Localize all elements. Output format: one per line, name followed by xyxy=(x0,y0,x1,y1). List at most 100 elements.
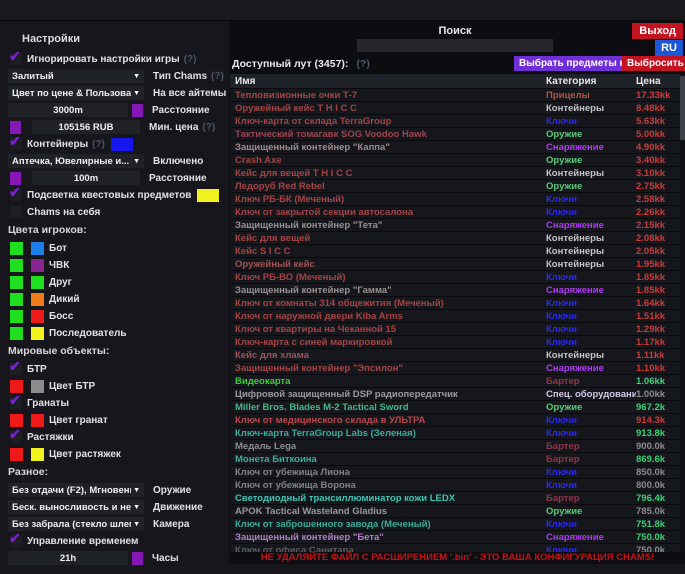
color-swatch[interactable] xyxy=(10,259,23,272)
drop-all-button[interactable]: Выбросить все xyxy=(622,56,685,71)
loot-table-row[interactable]: Ключ от наружной двери Kiba ArmsКлючи1.5… xyxy=(230,310,680,323)
loot-table-row[interactable]: Защищенный контейнер "Эпсилон"Снаряжение… xyxy=(230,362,680,375)
loot-table-row[interactable]: Ключ-карта с синей маркировкойКлючи1.17k… xyxy=(230,336,680,349)
item-name: Ключ от наружной двери Kiba Arms xyxy=(230,311,546,322)
color-swatch[interactable] xyxy=(10,448,23,461)
color-swatch[interactable] xyxy=(31,259,44,272)
color-swatch[interactable] xyxy=(31,380,44,393)
item-category: Оружие xyxy=(546,181,636,192)
loot-table-row[interactable]: ВидеокартаБартер1.06kk xyxy=(230,375,680,388)
loot-table-row[interactable]: Ключ от закрытой секции автосалонаКлючи2… xyxy=(230,206,680,219)
loot-table-row[interactable]: Ключ от комнаты 314 общежития (Меченый)К… xyxy=(230,297,680,310)
loot-table-row[interactable]: Ключ от заброшенного завода (Меченый)Клю… xyxy=(230,518,680,531)
loot-table-row[interactable]: Ключ от квартиры на Чеканной 15Ключи1.29… xyxy=(230,323,680,336)
color-swatch[interactable] xyxy=(132,104,143,117)
loot-table-row[interactable]: Медаль LegaБартер900.0k xyxy=(230,440,680,453)
color-swatch[interactable] xyxy=(10,293,23,306)
color-swatch[interactable] xyxy=(10,172,21,185)
loot-table-row[interactable]: Оружейный кейс T H I C CКонтейнеры8.48kk xyxy=(230,102,680,115)
color-swatch[interactable] xyxy=(10,276,23,289)
color-swatch[interactable] xyxy=(10,327,23,340)
loot-table-row[interactable]: APOK Tactical Wasteland GladiusОружие785… xyxy=(230,505,680,518)
value-input[interactable] xyxy=(8,551,128,565)
checkbox[interactable] xyxy=(10,206,22,218)
loot-table-row[interactable]: Кейс для вещейКонтейнеры2.08kk xyxy=(230,232,680,245)
dropdown[interactable]: Беск. выносливость и нет уста▼ xyxy=(8,500,144,514)
checkbox[interactable]: ✔ xyxy=(10,431,22,443)
checkbox[interactable]: ✔ xyxy=(10,189,22,201)
color-swatch[interactable] xyxy=(10,242,23,255)
loot-table-row[interactable]: Тактический томагавк SOG Voodoo HawkОруж… xyxy=(230,128,680,141)
loot-table-row[interactable]: Ключ-карта TerraGroup Labs (Зеленая)Ключ… xyxy=(230,427,680,440)
value-input[interactable] xyxy=(32,120,140,134)
checkbox[interactable]: ✔ xyxy=(10,535,22,547)
loot-table-row[interactable]: Miller Bros. Blades M-2 Tactical SwordОр… xyxy=(230,401,680,414)
dropdown[interactable]: Без отдачи (F2), Мгновенное п▼ xyxy=(8,483,144,497)
checkbox[interactable]: ✔ xyxy=(10,138,22,150)
loot-table-row[interactable]: Монета БиткоинаБартер869.6k xyxy=(230,453,680,466)
color-swatch[interactable] xyxy=(31,448,44,461)
dropdown[interactable]: Аптечка, Ювелирные и...▼ xyxy=(8,154,144,168)
chevron-down-icon: ▼ xyxy=(133,90,140,97)
color-swatch[interactable] xyxy=(10,121,21,134)
loot-table-row[interactable]: Crash AxeОружие3.40kk xyxy=(230,154,680,167)
loot-table-row[interactable]: Ключ от убежища ВоронаКлючи800.0k xyxy=(230,479,680,492)
search-input[interactable] xyxy=(357,39,553,52)
loot-table-row[interactable]: Защищенный контейнер "Бета"Снаряжение750… xyxy=(230,531,680,544)
color-swatch[interactable] xyxy=(111,138,133,151)
loot-table-row[interactable]: Ключ от убежища ЛионаКлючи850.0k xyxy=(230,466,680,479)
checkbox[interactable]: ✔ xyxy=(10,53,22,65)
item-category: Снаряжение xyxy=(546,532,636,543)
scrollbar-thumb[interactable] xyxy=(680,76,685,140)
loot-table-row[interactable]: Ключ от медицинского склада в УЛЬТРАКлюч… xyxy=(230,414,680,427)
color-swatch[interactable] xyxy=(132,552,143,565)
color-swatch[interactable] xyxy=(10,310,23,323)
color-swatch[interactable] xyxy=(31,293,44,306)
value-input[interactable] xyxy=(32,171,140,185)
settings-row: Залитый▼Тип Chams(?) xyxy=(0,68,229,84)
loot-table-row[interactable]: Кейс для хламаКонтейнеры1.11kk xyxy=(230,349,680,362)
loot-table-row[interactable]: Защищенный контейнер "Гамма"Снаряжение1.… xyxy=(230,284,680,297)
loot-table-row[interactable]: Тепловизионные очки Т-7Прицелы17.33kk xyxy=(230,89,680,102)
loot-table-row[interactable]: Ключ РБ-БК (Меченый)Ключи2.58kk xyxy=(230,193,680,206)
item-name: Ключ от комнаты 314 общежития (Меченый) xyxy=(230,298,546,309)
checkbox[interactable]: ✔ xyxy=(10,397,22,409)
dropdown[interactable]: Залитый▼ xyxy=(8,69,144,83)
color-swatch[interactable] xyxy=(197,189,219,202)
color-swatch[interactable] xyxy=(31,414,44,427)
item-name: Crash Axe xyxy=(230,155,546,166)
color-swatch[interactable] xyxy=(31,327,44,340)
value-input[interactable] xyxy=(8,103,128,117)
loot-table-row[interactable]: Ледоруб Red RebelОружие2.75kk xyxy=(230,180,680,193)
item-name: Кейс для вещей T H I C C xyxy=(230,168,546,179)
column-header-name[interactable]: Имя xyxy=(230,76,546,87)
language-toggle-button[interactable]: RU xyxy=(655,40,683,56)
item-price: 1.51kk xyxy=(636,311,680,322)
loot-table-row[interactable]: Оружейный кейсКонтейнеры1.95kk xyxy=(230,258,680,271)
color-swatch[interactable] xyxy=(31,276,44,289)
settings-row: ✔Растяжки xyxy=(0,429,229,445)
loot-table-row[interactable]: Ключ от офиса СанитараКлючи750.0k xyxy=(230,544,680,552)
dropdown[interactable]: Без забрала (стекло шлема)▼ xyxy=(8,517,144,531)
dropdown[interactable]: Цвет по цене & Пользователы▼ xyxy=(8,86,144,100)
checkbox[interactable]: ✔ xyxy=(10,363,22,375)
help-icon: (?) xyxy=(202,122,215,133)
color-swatch[interactable] xyxy=(10,414,23,427)
loot-table-row[interactable]: Ключ РБ-ВО (Меченый)Ключи1.85kk xyxy=(230,271,680,284)
column-header-price[interactable]: Цена xyxy=(636,76,680,87)
color-swatch[interactable] xyxy=(31,310,44,323)
color-swatch[interactable] xyxy=(10,380,23,393)
loot-table-row[interactable]: Светодиодный трансиллюминатор кожи LEDXБ… xyxy=(230,492,680,505)
item-price: 913.8k xyxy=(636,428,680,439)
color-swatch[interactable] xyxy=(31,242,44,255)
loot-table-row[interactable]: Ключ-карта от склада TerraGroupКлючи5.63… xyxy=(230,115,680,128)
item-category: Ключи xyxy=(546,519,636,530)
column-header-category[interactable]: Категория xyxy=(546,76,636,87)
loot-table-row[interactable]: Цифровой защищенный DSP радиопередатчикС… xyxy=(230,388,680,401)
loot-table-row[interactable]: Защищенный контейнер "Каппа"Снаряжение4.… xyxy=(230,141,680,154)
loot-table-row[interactable]: Кейс для вещей T H I C CКонтейнеры3.10kk xyxy=(230,167,680,180)
loot-table-row[interactable]: Кейс S I C CКонтейнеры2.05kk xyxy=(230,245,680,258)
table-scrollbar[interactable] xyxy=(680,74,685,552)
loot-table-row[interactable]: Защищенный контейнер "Тета"Снаряжение2.1… xyxy=(230,219,680,232)
exit-button[interactable]: Выход xyxy=(632,23,683,39)
